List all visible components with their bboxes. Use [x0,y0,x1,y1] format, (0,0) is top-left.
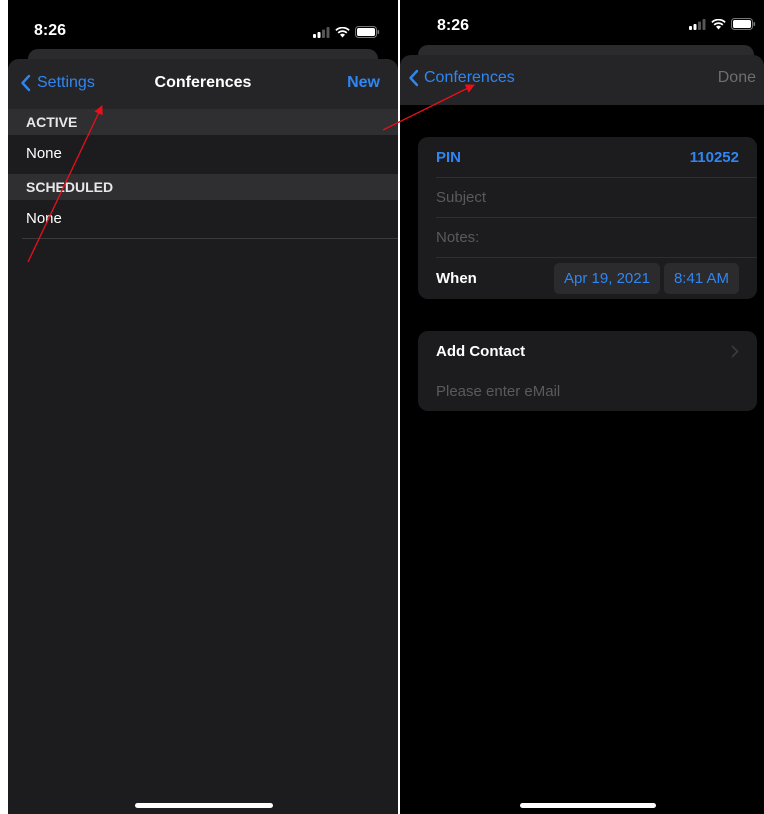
annotation-arrow-to-conferences [382,84,475,131]
annotation-arrow-to-settings [27,105,103,263]
annotation-arrows [27,84,475,263]
